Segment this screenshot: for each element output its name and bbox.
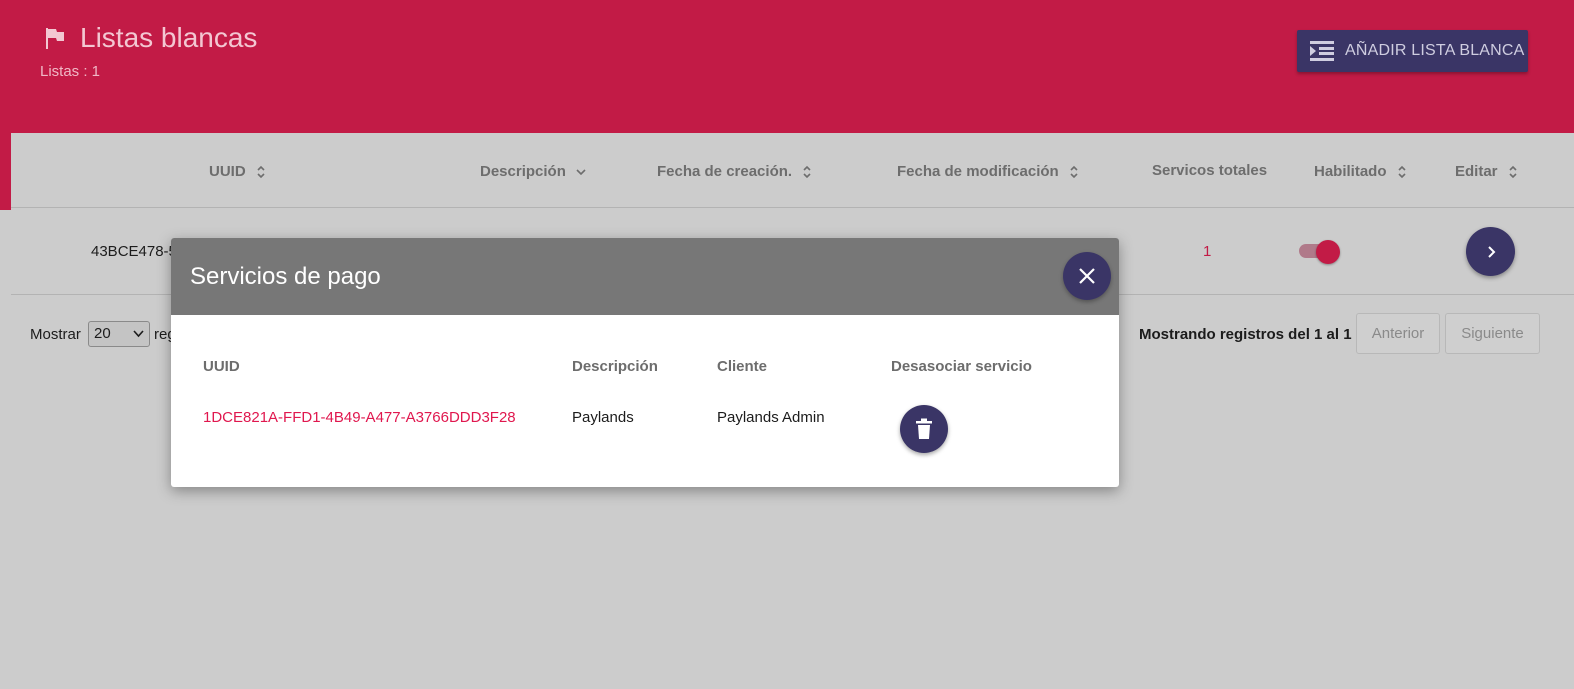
close-icon (1079, 268, 1095, 284)
chevron-down-icon (576, 168, 586, 175)
sort-icon (1070, 165, 1078, 178)
modal-column-unlink: Desasociar servicio (891, 358, 1032, 375)
trash-icon (916, 418, 932, 439)
payment-services-modal: Servicios de pago UUID Descripción Clien… (171, 238, 1119, 487)
modal-close-button[interactable] (1063, 252, 1111, 300)
page-title-text: Listas blancas (80, 22, 258, 53)
service-uuid-link[interactable]: 1DCE821A-FFD1-4B49-A477-A3766DDD3F28 (203, 409, 516, 426)
sort-icon (1397, 165, 1406, 178)
enabled-toggle[interactable] (1316, 240, 1340, 264)
modal-header: Servicios de pago (171, 238, 1119, 315)
column-created[interactable]: Fecha de creación. (657, 163, 812, 180)
service-client: Paylands Admin (717, 409, 825, 426)
edit-button[interactable] (1466, 227, 1515, 276)
add-whitelist-label: AÑADIR LISTA BLANCA (1345, 42, 1525, 59)
unlink-service-button[interactable] (900, 405, 948, 453)
page-title: Listas blancas (44, 22, 257, 54)
modal-column-client: Cliente (717, 358, 768, 375)
column-total-services: Servicos totales (1152, 162, 1268, 179)
records-info: Mostrando registros del 1 al 1 (1139, 326, 1352, 343)
row-total-services[interactable]: 1 (1203, 243, 1211, 260)
service-description: Paylands (572, 409, 634, 426)
column-enabled[interactable]: Habilitado (1314, 163, 1407, 180)
chevron-right-icon (1487, 245, 1495, 258)
modal-title: Servicios de pago (190, 263, 381, 290)
list-add-icon (1310, 41, 1334, 61)
sort-icon (1508, 165, 1517, 178)
show-label: Mostrar (30, 326, 81, 343)
sort-icon (257, 165, 265, 178)
column-modified[interactable]: Fecha de modificación (897, 163, 1079, 180)
row-uuid: 43BCE478-5 (91, 243, 177, 260)
page-size-value: 20 (94, 325, 111, 342)
column-description[interactable]: Descripción (480, 163, 586, 180)
modal-column-description: Descripción (572, 358, 658, 375)
column-uuid[interactable]: UUID (209, 163, 266, 180)
chevron-down-icon (133, 330, 144, 338)
modal-column-uuid: UUID (203, 358, 240, 375)
previous-page-button[interactable]: Anterior (1356, 313, 1440, 354)
table-header: UUID Descripción Fecha de creación. Fech… (11, 133, 1574, 208)
column-edit[interactable]: Editar (1455, 163, 1518, 180)
page-size-select[interactable]: 20 (88, 321, 150, 347)
next-page-button[interactable]: Siguiente (1445, 313, 1540, 354)
list-count: Listas : 1 (40, 63, 101, 80)
sort-icon (803, 165, 811, 178)
flag-icon (46, 28, 64, 49)
add-whitelist-button[interactable]: AÑADIR LISTA BLANCA (1297, 30, 1528, 72)
